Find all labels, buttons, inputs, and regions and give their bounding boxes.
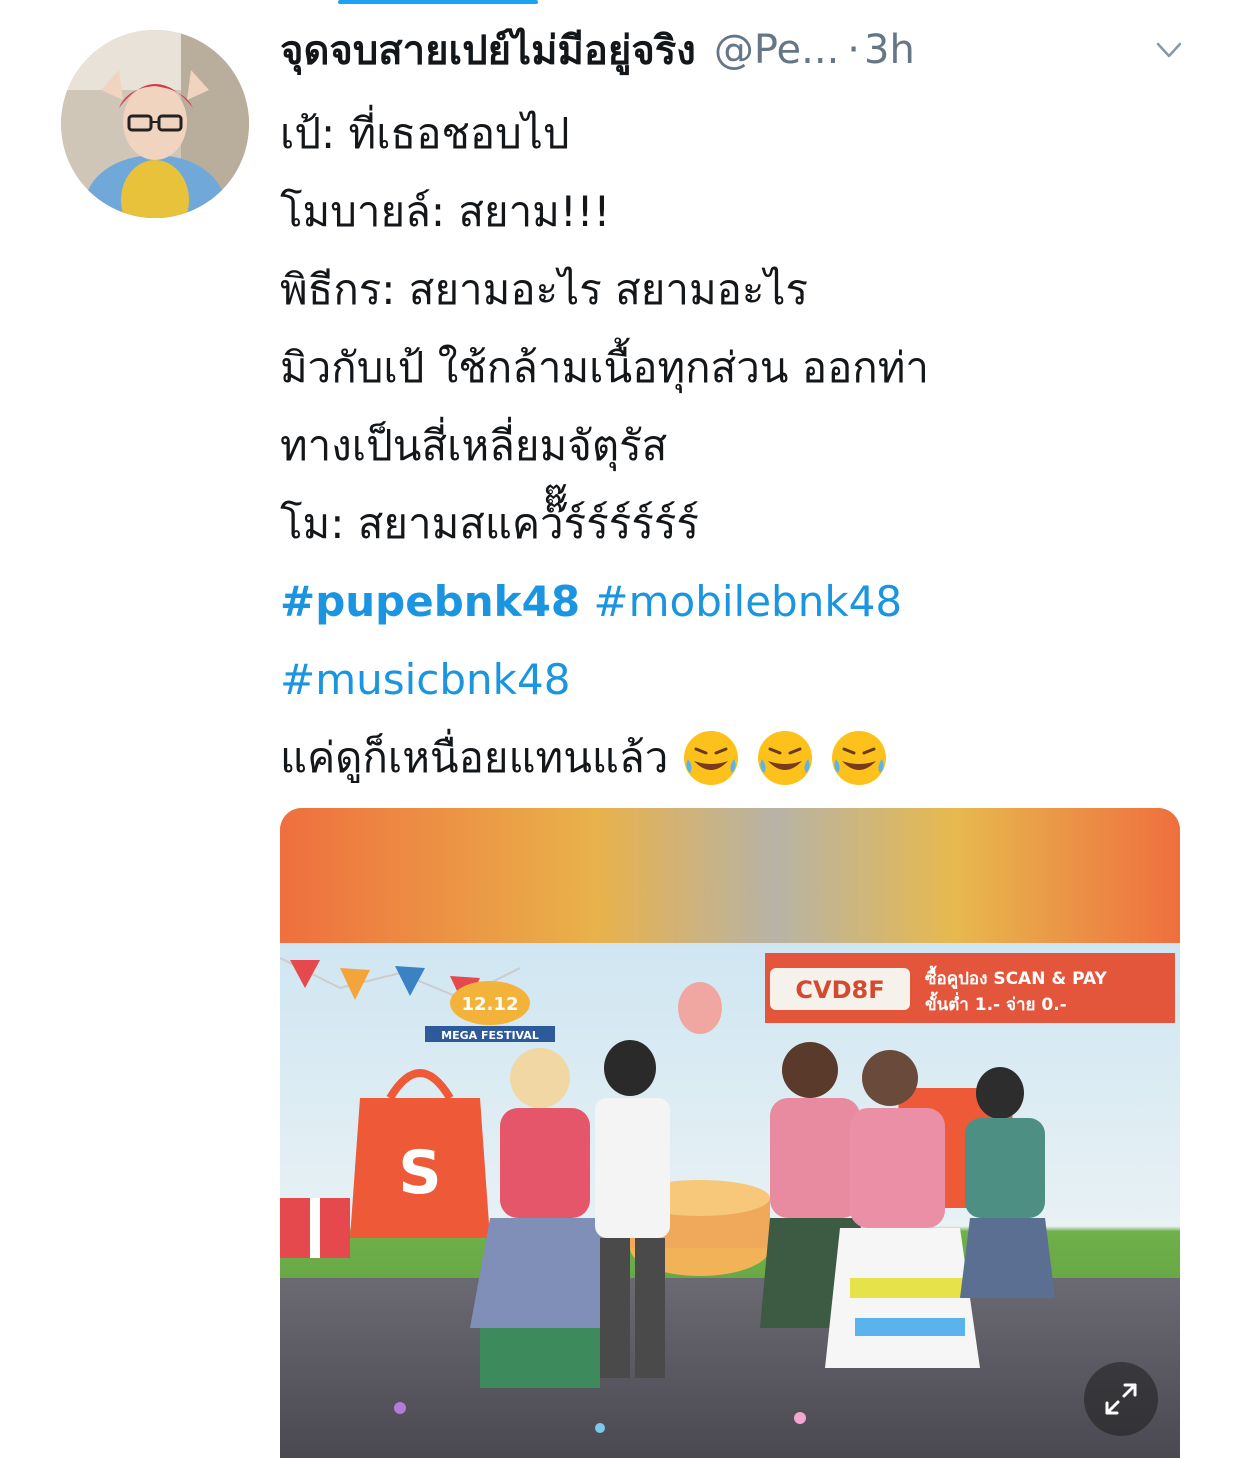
text-line: โม: สยามสแคว๊๊๊ร์ร์ร์ร์ร์ร์ [280, 499, 699, 548]
text-line: เป้: ที่เธอชอบไป [280, 109, 570, 158]
tweet-text: เป้: ที่เธอชอบไป โมบายล์: สยาม!!! พิธีกร… [280, 95, 1180, 797]
hashtag-link[interactable]: #pupebnk48 [280, 577, 580, 626]
rolling-laughing-emoji-icon [828, 727, 890, 789]
bag-logo: S [398, 1138, 441, 1208]
timestamp[interactable]: 3h [864, 27, 915, 73]
video-thumbnail[interactable]: CVD8F ซื้อคูปอง SCAN & PAY ขั้นต่ำ 1.- จ… [280, 808, 1180, 1458]
separator-dot: · [847, 27, 860, 73]
text-line: พิธีกร: สยามอะไร สยามอะไร [280, 265, 809, 314]
text-line: แค่ดูก็เหนื่อยแทนแล้ว [280, 733, 669, 782]
display-name[interactable]: จุดจบสายเปย์ไม่มีอยู่จริง [280, 18, 696, 82]
rolling-laughing-emoji-icon [680, 727, 742, 789]
expand-icon [1101, 1379, 1141, 1419]
text-line: โมบายล์: สยาม!!! [280, 187, 611, 236]
chevron-down-icon[interactable] [1153, 34, 1185, 66]
user-handle[interactable]: @Pe... [714, 27, 839, 73]
event-logo-text: 12.12 [462, 994, 519, 1015]
text-line: ทางเป็นสี่เหลี่ยมจัตุรัส [280, 421, 668, 470]
banner-text: ขั้นต่ำ 1.- จ่าย 0.- [925, 991, 1067, 1015]
avatar[interactable] [61, 30, 249, 218]
banner-code: CVD8F [795, 976, 884, 1004]
hashtag-link[interactable]: #mobilebnk48 [593, 577, 902, 626]
text-line: มิวกับเป้ ใช้กล้ามเนื้อทุกส่วน ออกท่า [280, 343, 930, 392]
tweet[interactable]: จุดจบสายเปย์ไม่มีอยู่จริง @Pe... · 3h เป… [0, 0, 1242, 1458]
tweet-header: จุดจบสายเปย์ไม่มีอยู่จริง @Pe... · 3h [280, 20, 1200, 80]
hashtag-link[interactable]: #musicbnk48 [280, 655, 570, 704]
event-logo-subtext: MEGA FESTIVAL [441, 1029, 539, 1042]
rolling-laughing-emoji-icon [754, 727, 816, 789]
banner-text: ซื้อคูปอง SCAN & PAY [925, 965, 1108, 990]
expand-button[interactable] [1084, 1362, 1158, 1436]
